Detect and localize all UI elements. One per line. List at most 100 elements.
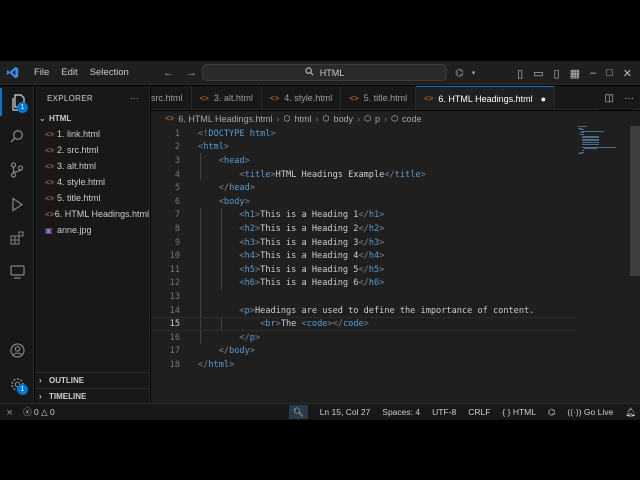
minimap-line xyxy=(582,130,604,132)
line-number: 7 xyxy=(174,210,180,221)
manage-gear-icon[interactable]: 1 xyxy=(0,370,34,398)
search-icon xyxy=(305,67,314,78)
code-line[interactable]: 15 <br>The <code></code> xyxy=(151,317,576,331)
folder-html[interactable]: ⌄ HTML xyxy=(35,110,149,126)
file-label: anne.jpg xyxy=(57,225,92,235)
code-line[interactable]: 16 </p> xyxy=(151,331,576,345)
line-number: 17 xyxy=(169,346,180,357)
customize-layout-icon[interactable]: ▦ xyxy=(570,67,580,80)
explorer-icon[interactable]: 1 xyxy=(0,88,34,116)
search-view-icon[interactable] xyxy=(0,122,34,150)
tab-alt[interactable]: <> 3. alt.html xyxy=(192,86,262,110)
run-debug-icon[interactable] xyxy=(0,190,34,218)
breadcrumb-item[interactable]: p xyxy=(375,114,380,124)
code-line[interactable]: 7 <h1>This is a Heading 1</h1> xyxy=(151,209,576,223)
vscode-logo-icon xyxy=(0,61,24,85)
split-editor-icon[interactable]: ◫ xyxy=(605,93,614,104)
menu-file[interactable]: File xyxy=(28,61,55,85)
code-editor[interactable]: 1 <!DOCTYPE html> 2 <html> 3 <head> 4 <title>… xyxy=(151,126,640,403)
code-line[interactable]: 6 <body> xyxy=(151,195,576,209)
code-line[interactable]: 1 <!DOCTYPE html> xyxy=(151,127,576,141)
tab-style[interactable]: <> 4. style.html xyxy=(262,86,342,110)
maximize-button[interactable]: □ xyxy=(606,67,613,79)
code-line[interactable]: 3 <head> xyxy=(151,154,576,168)
line-code: </head> xyxy=(218,183,255,194)
copilot-dropdown-icon[interactable]: ▾ xyxy=(472,69,476,77)
code-line[interactable]: 11 <h5>This is a Heading 5</h5> xyxy=(151,263,576,277)
toggle-primary-sidebar-icon[interactable]: ▯ xyxy=(517,67,523,80)
code-line[interactable]: 9 <h3>This is a Heading 3</h3> xyxy=(151,236,576,250)
html-file-icon: <> xyxy=(165,114,175,123)
line-code: </html> xyxy=(198,359,235,370)
language-mode[interactable]: { } HTML xyxy=(502,407,536,417)
file-item[interactable]: <> 4. style.html xyxy=(35,174,149,190)
file-item[interactable]: ▣ anne.jpg xyxy=(35,222,149,238)
line-number: 5 xyxy=(174,183,180,194)
remote-explorer-icon[interactable] xyxy=(0,258,34,286)
file-item[interactable]: <> 5. title.html xyxy=(35,190,149,206)
file-item[interactable]: <> 1. link.html xyxy=(35,126,149,142)
remote-indicator-icon[interactable]: ⨯ xyxy=(6,407,13,418)
minimize-button[interactable]: – xyxy=(590,67,596,79)
more-actions-icon[interactable]: ··· xyxy=(624,93,634,104)
code-line[interactable]: 12 <h6>This is a Heading 6</h6> xyxy=(151,277,576,291)
timeline-section[interactable]: › TIMELINE xyxy=(35,388,150,404)
line-number: 14 xyxy=(169,305,180,316)
copilot-icon[interactable]: ⌬ xyxy=(455,68,464,79)
forward-arrow-icon[interactable]: → xyxy=(186,67,197,79)
zoom-icon[interactable]: 🔍︎ xyxy=(288,405,308,419)
code-line[interactable]: 17 </body> xyxy=(151,345,576,359)
toggle-panel-icon[interactable]: ▭ xyxy=(533,67,543,80)
code-line[interactable]: 2 <html> xyxy=(151,141,576,155)
tab-title[interactable]: <> 5. title.html xyxy=(341,86,417,110)
tab-html-headings[interactable]: <> 6. HTML Headings.html ● xyxy=(416,86,556,110)
problems-indicator[interactable]: ⓧ 0 △ 0 xyxy=(23,406,55,418)
copilot-status-icon[interactable]: ⌬ xyxy=(548,407,555,418)
line-ending[interactable]: CRLF xyxy=(468,407,490,417)
close-button[interactable]: ✕ xyxy=(623,67,632,80)
code-line[interactable]: 13 xyxy=(151,290,576,304)
file-label: 5. title.html xyxy=(57,193,101,203)
accounts-icon[interactable] xyxy=(0,336,34,364)
breadcrumb: <> 6. HTML Headings.html › ⬡ html › ⬡ bo… xyxy=(151,111,640,126)
go-live-button[interactable]: ((·)) Go Live xyxy=(567,407,613,417)
line-code: <h2>This is a Heading 2</h2> xyxy=(239,223,385,234)
file-item[interactable]: <> 3. alt.html xyxy=(35,158,149,174)
breadcrumb-item[interactable]: code xyxy=(402,114,422,124)
back-arrow-icon[interactable]: ← xyxy=(163,67,174,79)
code-line[interactable]: 8 <h2>This is a Heading 2</h2> xyxy=(151,222,576,236)
unsaved-dot-icon[interactable]: ● xyxy=(541,94,546,104)
line-number: 15 xyxy=(169,319,180,330)
cursor-position[interactable]: Ln 15, Col 27 xyxy=(320,407,371,417)
code-line[interactable]: 10 <h4>This is a Heading 4</h4> xyxy=(151,249,576,263)
warning-count: 0 xyxy=(50,407,55,417)
minimap[interactable] xyxy=(578,126,628,156)
line-number: 13 xyxy=(169,291,180,302)
source-control-icon[interactable] xyxy=(0,156,34,184)
error-icon: ⓧ xyxy=(23,407,32,417)
outline-section[interactable]: › OUTLINE xyxy=(35,372,150,388)
line-code: <head> xyxy=(218,155,250,166)
breadcrumb-item[interactable]: body xyxy=(334,114,354,124)
notifications-bell-icon[interactable]: 🔔︎ xyxy=(625,407,636,418)
line-code: </body> xyxy=(218,346,255,357)
file-item[interactable]: <> 2. src.html xyxy=(35,142,149,158)
indentation[interactable]: Spaces: 4 xyxy=(382,407,420,417)
code-line[interactable]: 14 <p>Headings are used to define the im… xyxy=(151,304,576,318)
code-line[interactable]: 4 <title>HTML Headings Example</title> xyxy=(151,168,576,182)
breadcrumb-item[interactable]: 6. HTML Headings.html xyxy=(178,114,272,124)
more-actions-icon[interactable]: ··· xyxy=(130,94,139,103)
file-item[interactable]: <> 6. HTML Headings.html xyxy=(35,206,149,222)
extensions-icon[interactable] xyxy=(0,224,34,252)
letterbox-bottom xyxy=(0,420,640,480)
editor-scrollbar[interactable] xyxy=(630,126,640,276)
menu-selection[interactable]: Selection xyxy=(84,61,135,85)
breadcrumb-item[interactable]: html xyxy=(295,114,312,124)
command-center-search[interactable]: HTML xyxy=(202,64,447,81)
menu-edit[interactable]: Edit xyxy=(55,61,83,85)
code-line[interactable]: 5 </head> xyxy=(151,181,576,195)
toggle-secondary-sidebar-icon[interactable]: ▯ xyxy=(554,67,560,80)
encoding[interactable]: UTF-8 xyxy=(432,407,456,417)
code-line[interactable]: 18 </html> xyxy=(151,358,576,372)
tab-src[interactable]: src.html xyxy=(151,86,192,110)
